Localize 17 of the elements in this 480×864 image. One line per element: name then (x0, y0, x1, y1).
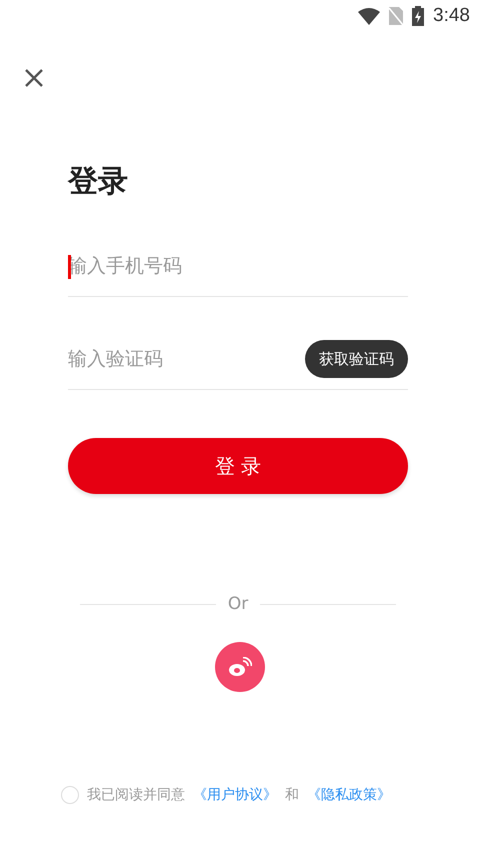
page-title: 登录 (68, 164, 129, 200)
agreement-text: 我已阅读并同意 (87, 786, 185, 804)
battery-charging-icon (412, 6, 424, 26)
user-agreement-link[interactable]: 《用户协议》 (193, 786, 277, 804)
no-sim-icon (389, 7, 404, 25)
input-field[interactable]: 输入验证码 (68, 348, 293, 370)
close-icon[interactable] (24, 68, 44, 88)
divider-label: Or (228, 594, 248, 614)
get-code-button[interactable]: 获取验证码 (305, 340, 408, 378)
clock-time: 3:48 (433, 5, 470, 27)
privacy-policy-link[interactable]: 《隐私政策》 (307, 786, 391, 804)
wifi-icon (358, 8, 380, 24)
weibo-login-button[interactable] (215, 642, 265, 692)
agree-checkbox[interactable] (61, 786, 79, 804)
login-button[interactable]: 登 录 (68, 438, 408, 494)
weibo-icon (228, 657, 252, 677)
and-text: 和 (285, 786, 299, 804)
